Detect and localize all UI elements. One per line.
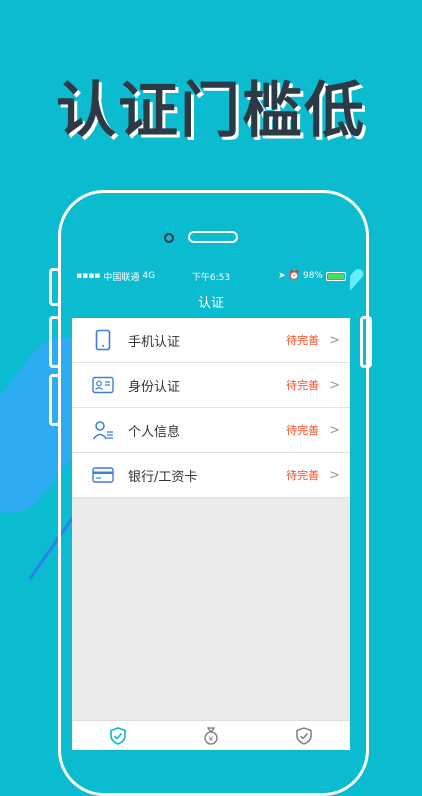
chevron-right-icon: >	[329, 422, 340, 438]
phone-power-button	[360, 316, 372, 368]
page-title: 认证	[197, 295, 224, 311]
list-item-phone[interactable]: 手机认证 待完善 >	[72, 318, 350, 363]
phone-volume-up	[49, 316, 61, 368]
svg-text:¥: ¥	[209, 735, 214, 743]
list-item-identity[interactable]: 身份认证 待完善 >	[72, 363, 350, 408]
chevron-right-icon: >	[329, 332, 340, 348]
status-badge: 待完善	[286, 424, 320, 437]
list-item-label: 个人信息	[128, 424, 181, 440]
id-card-icon	[92, 374, 114, 396]
list-item-personal-info[interactable]: 个人信息 待完善 >	[72, 408, 350, 453]
bank-card-icon	[92, 464, 114, 486]
status-bar: ▪▪▪▪ 中国联通 4G 下午6:53 ➤ ⏰ 98%	[72, 268, 350, 284]
phone-screen: ▪▪▪▪ 中国联通 4G 下午6:53 ➤ ⏰ 98% 认证 手机认证 待完善 …	[72, 268, 350, 750]
tab-bar: ¥	[72, 720, 350, 750]
status-badge: 待完善	[286, 334, 320, 347]
chevron-right-icon: >	[329, 467, 340, 483]
status-time: 下午6:53	[191, 272, 231, 283]
list-item-label: 手机认证	[128, 334, 181, 350]
verification-list: 手机认证 待完善 > 身份认证 待完善 > 个人信息 待完善 > 银行/工资卡 …	[72, 318, 350, 498]
shield-icon[interactable]	[294, 727, 314, 747]
phone-icon	[92, 329, 114, 351]
shield-check-icon[interactable]	[108, 727, 128, 747]
chevron-right-icon: >	[329, 377, 340, 393]
list-item-label: 银行/工资卡	[128, 469, 198, 485]
earpiece-speaker	[188, 231, 238, 243]
battery-icon	[326, 271, 346, 281]
status-badge: 待完善	[286, 469, 320, 482]
person-icon	[92, 419, 114, 441]
list-item-bank-card[interactable]: 银行/工资卡 待完善 >	[72, 453, 350, 498]
phone-mute-switch	[49, 268, 61, 306]
status-badge: 待完善	[286, 379, 320, 392]
nav-bar: 认证	[72, 284, 350, 318]
promo-headline: 认证门槛低	[56, 76, 366, 146]
front-camera	[164, 233, 174, 243]
list-item-label: 身份认证	[128, 379, 181, 395]
phone-volume-down	[49, 374, 61, 426]
money-bag-icon[interactable]: ¥	[201, 727, 221, 747]
